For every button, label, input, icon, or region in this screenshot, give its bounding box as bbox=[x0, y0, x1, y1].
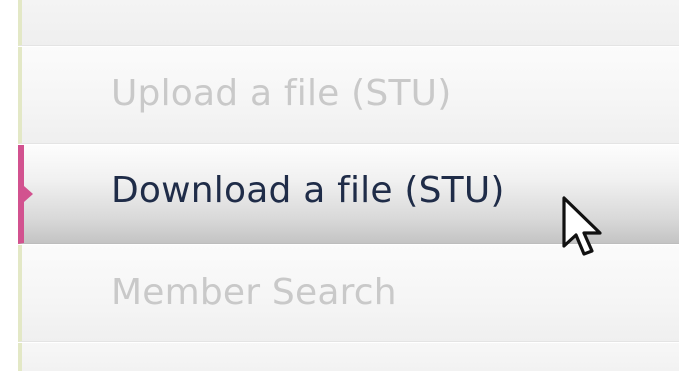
menu-item-label: Upload a file (STU) bbox=[111, 73, 452, 114]
menu-item-top-partial[interactable] bbox=[18, 0, 679, 46]
active-marker-icon bbox=[24, 186, 33, 202]
menu-item-label: Member Search bbox=[111, 272, 397, 313]
navigation-menu: Upload a file (STU) Download a file (STU… bbox=[18, 0, 679, 371]
menu-item-bottom-partial[interactable] bbox=[18, 343, 679, 371]
menu-item-label: Download a file (STU) bbox=[111, 170, 505, 211]
arrow-pointer-icon bbox=[562, 196, 602, 256]
menu-item-upload-file[interactable]: Upload a file (STU) bbox=[18, 47, 679, 144]
